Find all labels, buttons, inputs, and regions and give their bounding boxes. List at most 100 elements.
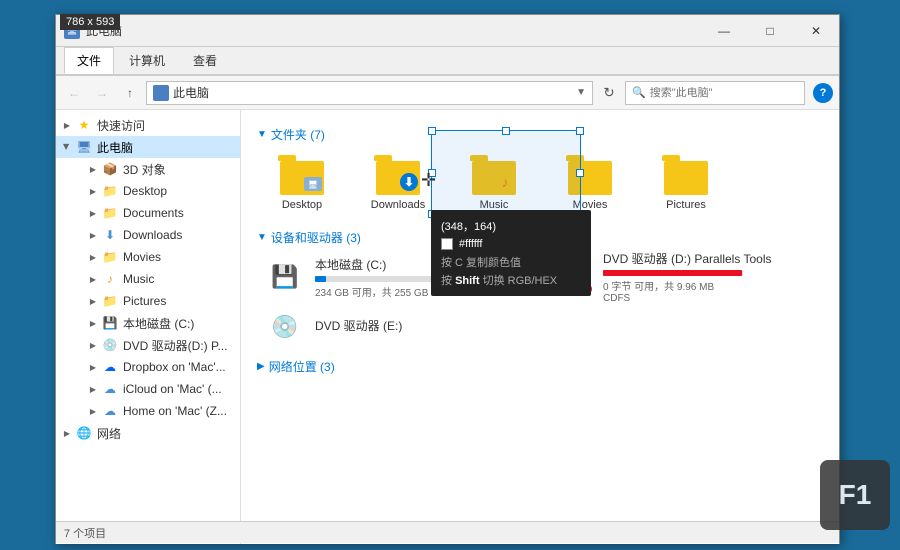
- drive-c-icon: 💾: [265, 257, 305, 297]
- drive-d-bar: [603, 270, 743, 276]
- drive-d-name: DVD 驱动器 (D:) Parallels Tools: [603, 250, 815, 267]
- this-pc-label: 此电脑: [97, 139, 236, 156]
- devices-label: 设备和驱动器 (3): [271, 229, 361, 246]
- sidebar-item-downloads[interactable]: ▶ ⬇ Downloads: [56, 224, 240, 246]
- this-pc-icon: 🖥: [76, 139, 92, 155]
- tooltip-hex: #ffffff: [459, 238, 482, 250]
- music-icon: ♪: [102, 271, 118, 287]
- sidebar-item-3d-objects[interactable]: ▶ 📦 3D 对象: [56, 158, 240, 180]
- drive-e[interactable]: 💿 DVD 驱动器 (E:): [257, 302, 535, 352]
- downloads-label: Downloads: [123, 228, 236, 242]
- pictures-label: Pictures: [123, 294, 236, 308]
- up-button[interactable]: ↑: [118, 81, 142, 105]
- back-button[interactable]: ←: [62, 81, 86, 105]
- tooltip-shift-word: Shift: [455, 275, 479, 287]
- downloads-chevron: ▶: [86, 228, 100, 242]
- folders-arrow: ▼: [257, 129, 267, 140]
- sidebar-item-dropbox[interactable]: ▶ ☁ Dropbox on 'Mac'...: [56, 356, 240, 378]
- documents-chevron: ▶: [86, 206, 100, 220]
- folder-pictures-icon: [662, 155, 710, 195]
- sidebar-item-dvd-d[interactable]: ▶ 💿 DVD 驱动器(D:) P...: [56, 334, 240, 356]
- color-picker-tooltip: (348，164) #ffffff 按 C 复制颜色值 按 Shift 切换 R…: [431, 210, 591, 296]
- quick-access-label: 快速访问: [97, 117, 236, 134]
- quick-access-chevron: ▶: [60, 118, 74, 132]
- dvd-d-chevron: ▶: [86, 338, 100, 352]
- icloud-label: iCloud on 'Mac' (...: [123, 382, 236, 396]
- sidebar-item-home[interactable]: ▶ ☁ Home on 'Mac' (Z...: [56, 400, 240, 422]
- tooltip-shift-hint: 按 Shift 切换 RGB/HEX: [441, 272, 581, 288]
- network-chevron: ▶: [60, 426, 74, 440]
- close-button[interactable]: ✕: [793, 15, 839, 47]
- local-disk-label: 本地磁盘 (C:): [123, 315, 236, 332]
- search-icon: 🔍: [632, 86, 646, 99]
- music-chevron: ▶: [86, 272, 100, 286]
- network-label: 网络: [97, 425, 236, 442]
- folder-pictures-label: Pictures: [666, 199, 706, 211]
- address-path-box[interactable]: 此电脑 ▼: [146, 81, 593, 105]
- drive-e-info: DVD 驱动器 (E:): [315, 317, 527, 337]
- file-explorer-window: 🖥 此电脑 — □ ✕ 文件 计算机 查看 ← → ↑ 此电脑 ▼ ↻ 🔍: [55, 14, 840, 544]
- path-icon: [153, 85, 169, 101]
- status-bar: 7 个项目: [56, 521, 839, 543]
- movies-label: Movies: [123, 250, 236, 264]
- tab-file[interactable]: 文件: [64, 47, 114, 74]
- network-section-header[interactable]: ▶ 网络位置 (3): [257, 358, 823, 375]
- address-bar: ← → ↑ 此电脑 ▼ ↻ 🔍 ?: [56, 76, 839, 110]
- documents-icon: 📁: [102, 205, 118, 221]
- dvd-d-icon: 💿: [102, 337, 118, 353]
- folder-desktop-label: Desktop: [282, 199, 322, 211]
- search-box[interactable]: 🔍: [625, 81, 805, 105]
- folder-desktop-icon: 🖥: [278, 155, 326, 195]
- tab-view[interactable]: 查看: [180, 47, 230, 74]
- sidebar-item-quick-access[interactable]: ▶ ★ 快速访问: [56, 114, 240, 136]
- drive-d-fill: [603, 270, 742, 276]
- path-dropdown-arrow: ▼: [576, 87, 586, 98]
- refresh-button[interactable]: ↻: [597, 81, 621, 105]
- sidebar-item-pictures[interactable]: ▶ 📁 Pictures: [56, 290, 240, 312]
- search-input[interactable]: [650, 87, 798, 99]
- tooltip-copy-hint: 按 C 复制颜色值: [441, 254, 581, 270]
- desktop-chevron: ▶: [86, 184, 100, 198]
- 3d-chevron: ▶: [86, 162, 100, 176]
- home-label: Home on 'Mac' (Z...: [123, 404, 236, 418]
- sidebar: ▶ ★ 快速访问 ▶ 🖥 此电脑 ▶ 📦 3D 对象 ▶ 📁 Desktop ▶: [56, 110, 241, 544]
- sidebar-item-icloud[interactable]: ▶ ☁ iCloud on 'Mac' (...: [56, 378, 240, 400]
- dropbox-label: Dropbox on 'Mac'...: [123, 360, 236, 374]
- folder-desktop[interactable]: 🖥 Desktop: [257, 149, 347, 217]
- sidebar-item-documents[interactable]: ▶ 📁 Documents: [56, 202, 240, 224]
- handle-mr[interactable]: [576, 169, 584, 177]
- forward-button[interactable]: →: [90, 81, 114, 105]
- sidebar-item-local-disk[interactable]: ▶ 💾 本地磁盘 (C:): [56, 312, 240, 334]
- drive-e-icon: 💿: [265, 307, 305, 347]
- handle-tr[interactable]: [576, 127, 584, 135]
- movies-chevron: ▶: [86, 250, 100, 264]
- folder-pictures[interactable]: Pictures: [641, 149, 731, 217]
- this-pc-chevron: ▶: [60, 140, 74, 154]
- selection-rect-container: ✛: [431, 120, 591, 220]
- sidebar-item-this-pc[interactable]: ▶ 🖥 此电脑: [56, 136, 240, 158]
- selection-rectangle: [431, 130, 581, 215]
- status-text: 7 个项目: [64, 525, 106, 541]
- dropbox-chevron: ▶: [86, 360, 100, 374]
- handle-tm[interactable]: [502, 127, 510, 135]
- sidebar-item-music[interactable]: ▶ ♪ Music: [56, 268, 240, 290]
- handle-tl[interactable]: [428, 127, 436, 135]
- pictures-chevron: ▶: [86, 294, 100, 308]
- minimize-button[interactable]: —: [701, 15, 747, 47]
- path-text: 此电脑: [173, 84, 572, 101]
- help-button[interactable]: ?: [813, 83, 833, 103]
- sidebar-item-movies[interactable]: ▶ 📁 Movies: [56, 246, 240, 268]
- content-area: ▼ 文件夹 (7) 🖥 Desktop: [241, 110, 839, 544]
- pictures-icon: 📁: [102, 293, 118, 309]
- quick-access-icon: ★: [76, 117, 92, 133]
- folder-downloads-label: Downloads: [371, 199, 425, 211]
- sidebar-item-desktop[interactable]: ▶ 📁 Desktop: [56, 180, 240, 202]
- drive-c-fill: [315, 276, 326, 282]
- movies-icon: 📁: [102, 249, 118, 265]
- sidebar-item-network[interactable]: ▶ 🌐 网络: [56, 422, 240, 444]
- desktop-icon: 📁: [102, 183, 118, 199]
- tab-computer[interactable]: 计算机: [116, 47, 178, 74]
- maximize-button[interactable]: □: [747, 15, 793, 47]
- drive-d-label: CDFS: [603, 293, 815, 304]
- local-disk-chevron: ▶: [86, 316, 100, 330]
